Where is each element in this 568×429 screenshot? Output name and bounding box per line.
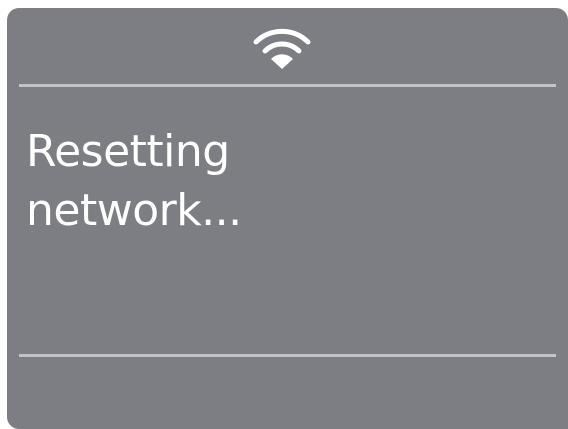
device-screen: Resetting network...	[7, 8, 568, 429]
wifi-icon	[253, 28, 311, 69]
status-message-line-2: network...	[26, 185, 242, 236]
status-message: Resetting network...	[26, 122, 546, 240]
bottom-divider	[19, 354, 556, 357]
top-divider	[19, 84, 556, 87]
status-message-line-1: Resetting	[26, 126, 230, 177]
